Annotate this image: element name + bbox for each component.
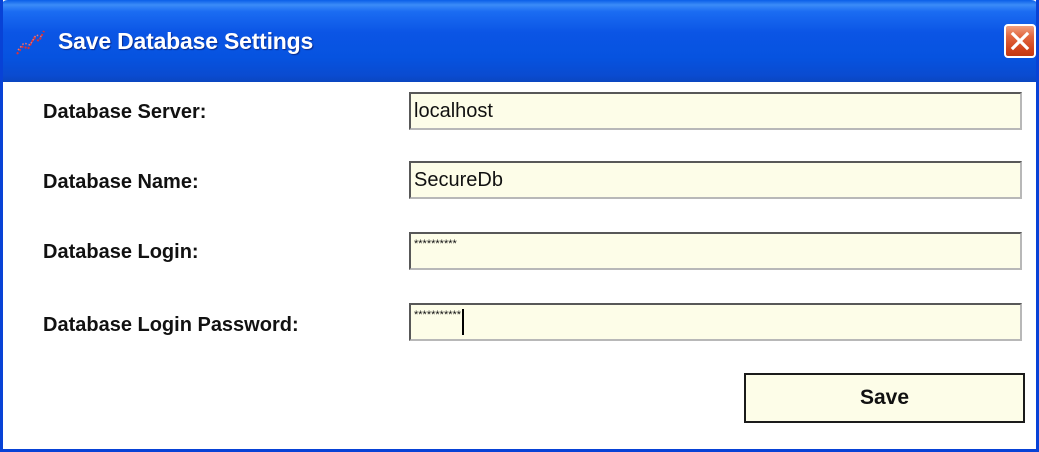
database-name-label: Database Name: (43, 171, 199, 193)
database-server-label: Database Server: (43, 101, 207, 123)
database-login-password-label: Database Login Password: (43, 314, 299, 336)
database-server-value: localhost (414, 100, 493, 122)
database-login-value: ********** (414, 238, 457, 250)
save-button[interactable]: Save (744, 373, 1025, 423)
database-login-password-value: *********** (414, 309, 462, 321)
dialog-body: Database Server: localhost Database Name… (3, 82, 1036, 449)
database-login-password-input[interactable]: *********** (409, 303, 1022, 341)
close-icon (1010, 31, 1030, 51)
chart-icon (14, 26, 46, 58)
close-button[interactable] (1004, 24, 1036, 58)
database-name-input[interactable]: SecureDb (409, 161, 1022, 199)
database-server-input[interactable]: localhost (409, 92, 1022, 130)
database-name-value: SecureDb (414, 169, 503, 191)
database-login-label: Database Login: (43, 241, 199, 263)
database-login-input[interactable]: ********** (409, 232, 1022, 270)
window-title: Save Database Settings (58, 28, 314, 54)
text-caret (462, 309, 465, 335)
dialog-window: Save Database Settings Database Server: … (0, 0, 1039, 452)
title-bar[interactable]: Save Database Settings (3, 0, 1036, 82)
